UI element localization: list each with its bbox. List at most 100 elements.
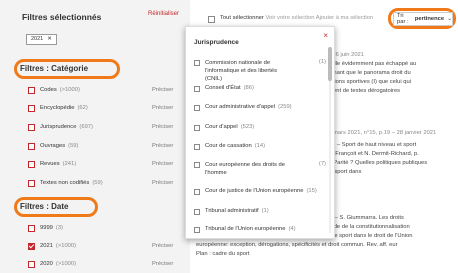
- preciser-link[interactable]: Préciser: [152, 243, 173, 249]
- dropdown-item-cour-appel[interactable]: Cour d'appel (523): [194, 124, 326, 131]
- category-count: (241): [62, 161, 77, 167]
- result-meta: 13 mars 2021, n°15, p.19 – 28 janvier 20…: [325, 130, 437, 136]
- preciser-link[interactable]: Préciser: [152, 143, 173, 149]
- category-count: (>1000): [59, 87, 80, 93]
- checkbox[interactable]: [194, 125, 200, 131]
- item-label: Conseil d'État: [205, 85, 241, 91]
- result-line: ibutions sportives (I) que celui qui: [325, 79, 412, 85]
- filter-chip-2021[interactable]: 2021 ✕: [26, 34, 57, 45]
- result-line: it, elle évidemment pas échappé au: [325, 61, 417, 67]
- dropdown-item-caa[interactable]: Cour administrative d'appel (259): [194, 104, 326, 111]
- preciser-link[interactable]: Préciser: [152, 180, 173, 186]
- checkbox[interactable]: [28, 224, 35, 232]
- chip-label: 2021: [31, 36, 44, 42]
- date-item-9999[interactable]: 9999 (3): [28, 223, 63, 233]
- date-item-2021[interactable]: 2021 (>1000): [28, 241, 76, 251]
- date-count: (3): [55, 225, 63, 231]
- category-item-revues[interactable]: Revues (241): [28, 159, 76, 169]
- dropdown-item-cjue[interactable]: Cour de justice de l'Union européenne (1…: [194, 188, 326, 195]
- preciser-link[interactable]: Préciser: [152, 124, 173, 130]
- checkbox[interactable]: [194, 60, 200, 66]
- category-item-ouvrages[interactable]: Ouvrages (59): [28, 141, 78, 151]
- item-label: Tribunal de l'Union européenne: [205, 226, 286, 232]
- chip-close-icon[interactable]: ✕: [47, 35, 52, 44]
- checkbox-checked[interactable]: [28, 242, 35, 250]
- item-count: (259): [278, 104, 292, 110]
- result-line: 07. – S. Giummarra. Les droits: [325, 215, 404, 221]
- checkbox[interactable]: [194, 162, 200, 168]
- checkbox[interactable]: [28, 179, 35, 187]
- item-label: Cour administrative d'appel: [205, 104, 276, 110]
- item-count: (4): [288, 226, 296, 232]
- date-filter-title: Filtres : Date: [20, 202, 69, 211]
- category-item-jurisprudence[interactable]: Jurisprudence (697): [28, 122, 93, 132]
- dropdown-item-cedh[interactable]: Cour européenne des droits de l'homme (7…: [194, 161, 326, 177]
- item-count: (1): [318, 59, 326, 65]
- preciser-link[interactable]: Préciser: [152, 105, 173, 111]
- item-count: (7): [318, 161, 326, 167]
- reset-filters-link[interactable]: Réinitialiser: [148, 11, 179, 17]
- preciser-link[interactable]: Préciser: [152, 161, 173, 167]
- date-count: (>1000): [55, 261, 77, 267]
- category-label: Ouvrages: [40, 143, 66, 149]
- close-icon[interactable]: ×: [323, 31, 328, 40]
- checkbox[interactable]: [194, 209, 200, 215]
- add-selection-link[interactable]: Ajouter à ma sélection: [316, 15, 373, 21]
- category-count: (697): [79, 124, 93, 130]
- item-count: (15): [306, 188, 317, 194]
- dropdown-item-cassation[interactable]: Cour de cassation (14): [194, 143, 326, 150]
- date-item-2020[interactable]: 2020 (>1000): [28, 259, 76, 269]
- category-label: Encyclopédie: [40, 105, 75, 111]
- checkbox[interactable]: [194, 105, 200, 111]
- category-label: Revues: [40, 161, 60, 167]
- checkbox[interactable]: [194, 189, 200, 195]
- scrollbar-thumb[interactable]: [328, 47, 332, 81]
- result-line: prenant que le panorama droit du: [325, 70, 411, 76]
- category-item-textes[interactable]: Textes non codifiés (59): [28, 178, 103, 188]
- result-line: Étude de la constitutionnalisation: [325, 224, 410, 230]
- checkbox[interactable]: [28, 86, 35, 94]
- category-label: Jurisprudence: [40, 124, 77, 130]
- checkbox[interactable]: [194, 227, 200, 233]
- date-label: 9999: [40, 225, 53, 231]
- dropdown-item-tue[interactable]: Tribunal de l'Union européenne (4): [194, 226, 326, 233]
- checkbox[interactable]: [194, 86, 200, 92]
- result-line: Plan : cadre du sport: [196, 251, 250, 257]
- checkbox[interactable]: [194, 144, 200, 150]
- results-toolbar: Tout sélectionner Voir votre sélection A…: [220, 15, 373, 21]
- checkbox[interactable]: [28, 104, 35, 112]
- category-item-codes[interactable]: Codes (>1000): [28, 85, 80, 95]
- category-label: Textes non codifiés: [40, 180, 90, 186]
- dropdown-item-cnil[interactable]: Commission nationale de l'informatique e…: [194, 59, 326, 83]
- category-item-encyclopedie[interactable]: Encyclopédie (62): [28, 103, 88, 113]
- view-selection-link[interactable]: Voir votre sélection: [265, 15, 314, 21]
- sort-select[interactable]: Tri par : pertinence ⌄: [393, 12, 453, 26]
- checkbox[interactable]: [28, 142, 35, 150]
- result-line: européenne: exception, dérogations, spéc…: [196, 242, 398, 248]
- result-line: çais – Sport de haut niveau et sport: [325, 142, 417, 148]
- chevron-down-icon: ⌄: [447, 16, 452, 22]
- sort-prefix: Tri par :: [397, 13, 409, 25]
- preciser-link[interactable]: Préciser: [152, 87, 173, 93]
- result-line: ue le sport dans le droit de l'Union: [325, 233, 413, 239]
- item-count: (523): [240, 124, 255, 130]
- category-label: Codes: [40, 87, 57, 93]
- item-label: Commission nationale de l'informatique e…: [205, 60, 277, 82]
- checkbox[interactable]: [28, 123, 35, 131]
- category-count: (59): [68, 143, 79, 149]
- dropdown-item-ta[interactable]: Tribunal administratif (1): [194, 208, 326, 215]
- dropdown-item-conseil-etat[interactable]: Conseil d'État (86): [194, 85, 326, 92]
- jurisprudence-dropdown: Jurisprudence × Commission nationale de …: [185, 26, 335, 239]
- date-label: 2021: [40, 243, 53, 249]
- selected-filters-title: Filtres sélectionnés: [22, 12, 102, 22]
- select-all-label[interactable]: Tout sélectionner: [220, 15, 264, 21]
- item-label: Cour d'appel: [205, 124, 238, 130]
- item-count: (14): [254, 143, 266, 149]
- preciser-link[interactable]: Préciser: [152, 261, 173, 267]
- select-all-checkbox[interactable]: [208, 16, 215, 23]
- item-label: Cour de justice de l'Union européenne: [205, 188, 304, 194]
- checkbox[interactable]: [28, 260, 35, 268]
- filters-sidebar: Filtres sélectionnés Réinitialiser 2021 …: [0, 0, 190, 273]
- result-line: r A. Françoit et N. Dermit-Richard, p.: [325, 151, 419, 157]
- checkbox[interactable]: [28, 160, 35, 168]
